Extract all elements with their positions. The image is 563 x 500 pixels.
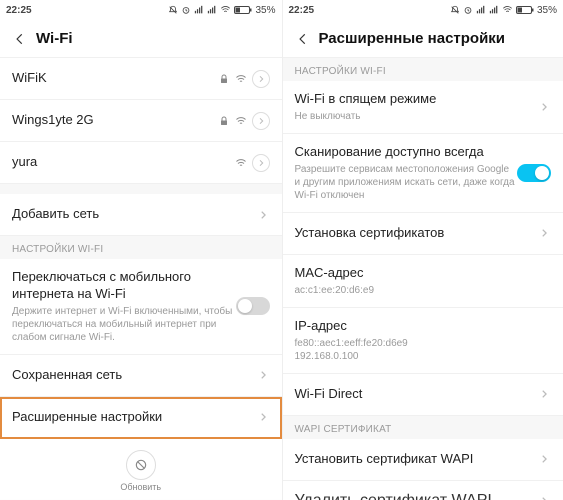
wifi-status-icon: [220, 5, 231, 15]
wifi-network-row[interactable]: Wings1yte 2G: [0, 100, 282, 142]
wifi-network-row[interactable]: WiFiK: [0, 58, 282, 100]
section-header-wifi-settings: НАСТРОЙКИ WI-FI: [283, 58, 563, 81]
add-network-label: Добавить сеть: [12, 206, 256, 223]
status-time: 22:25: [289, 5, 315, 16]
chevron-right-icon: [537, 494, 551, 500]
chevron-right-icon[interactable]: [252, 70, 270, 88]
signal-icon-2: [207, 5, 217, 15]
wifi-name: WiFiK: [12, 70, 218, 87]
always-scan-row[interactable]: Сканирование доступно всегда Разрешите с…: [283, 134, 563, 213]
signal-icon: [194, 5, 204, 15]
chevron-right-icon: [256, 410, 270, 424]
lock-icon: [218, 115, 230, 127]
wapi-install-row[interactable]: Установить сертификат WAPI: [283, 439, 563, 481]
chevron-right-icon: [256, 368, 270, 382]
mac-value: ac:c1:ee:20:d6:e9: [295, 284, 552, 297]
chevron-right-icon: [537, 226, 551, 240]
chevron-right-icon: [537, 387, 551, 401]
chevron-right-icon: [256, 208, 270, 222]
content-right[interactable]: НАСТРОЙКИ WI-FI Wi-Fi в спящем режиме Не…: [283, 58, 563, 500]
ip-title: IP-адрес: [295, 318, 552, 335]
mobile-switch-toggle[interactable]: [236, 297, 270, 315]
phone-left: 22:25 35% Wi-Fi WiFiK Wings1yte: [0, 0, 282, 500]
add-network-row[interactable]: Добавить сеть: [0, 194, 282, 236]
mobile-switch-title: Переключаться с мобильного интернета на …: [12, 269, 236, 303]
signal-icon-2: [489, 5, 499, 15]
page-title: Wi-Fi: [36, 30, 73, 47]
battery-pct: 35%: [255, 5, 275, 16]
advanced-settings-row[interactable]: Расширенные настройки: [0, 397, 282, 439]
ip-value-1: fe80::aec1:eeff:fe20:d6e9: [295, 337, 552, 350]
saved-networks-row[interactable]: Сохраненная сеть: [0, 355, 282, 397]
wifi-signal-icon: [235, 115, 247, 127]
battery-pct: 35%: [537, 5, 557, 16]
status-bar: 22:25 35%: [283, 0, 563, 20]
chevron-left-icon: [296, 32, 310, 46]
sleep-mode-row[interactable]: Wi-Fi в спящем режиме Не выключать: [283, 81, 563, 134]
always-scan-toggle[interactable]: [517, 164, 551, 182]
chevron-right-icon[interactable]: [252, 112, 270, 130]
mobile-switch-sub: Держите интернет и Wi-Fi включенными, чт…: [12, 305, 236, 344]
mac-address-row: MAC-адрес ac:c1:ee:20:d6:e9: [283, 255, 563, 308]
phone-right: 22:25 35% Расширенные настройки НАСТРОЙК…: [282, 0, 563, 500]
alarm-icon: [463, 5, 473, 15]
status-bar: 22:25 35%: [0, 0, 282, 20]
ip-address-row: IP-адрес fe80::aec1:eeff:fe20:d6e9 192.1…: [283, 308, 563, 374]
advanced-settings-label: Расширенные настройки: [12, 409, 256, 426]
saved-networks-label: Сохраненная сеть: [12, 367, 256, 384]
chevron-right-icon: [537, 100, 551, 114]
status-icons: 35%: [168, 5, 275, 16]
install-certs-row[interactable]: Установка сертификатов: [283, 213, 563, 255]
content-left[interactable]: WiFiK Wings1yte 2G yura Добав: [0, 58, 282, 500]
status-icons: 35%: [450, 5, 557, 16]
section-header-wifi-settings: НАСТРОЙКИ WI-FI: [0, 236, 282, 259]
chevron-left-icon: [13, 32, 27, 46]
mobile-switch-row[interactable]: Переключаться с мобильного интернета на …: [0, 259, 282, 355]
wapi-delete-label: Удалить сертификат WAPI: [295, 492, 538, 500]
wifi-direct-label: Wi-Fi Direct: [295, 386, 538, 403]
wapi-delete-row[interactable]: Удалить сертификат WAPI: [283, 481, 563, 500]
wifi-direct-row[interactable]: Wi-Fi Direct: [283, 374, 563, 416]
back-button[interactable]: [293, 29, 313, 49]
ip-value-2: 192.168.0.100: [295, 350, 552, 363]
header: Расширенные настройки: [283, 20, 563, 58]
install-certs-label: Установка сертификатов: [295, 225, 538, 242]
mac-title: MAC-адрес: [295, 265, 552, 282]
section-header-wapi: WAPI СЕРТИФИКАТ: [283, 416, 563, 439]
wifi-name: yura: [12, 154, 235, 171]
wifi-signal-icon: [235, 157, 247, 169]
wifi-status-icon: [502, 5, 513, 15]
dnd-icon: [450, 5, 460, 15]
sleep-sub: Не выключать: [295, 110, 538, 123]
page-title: Расширенные настройки: [319, 30, 506, 47]
lock-icon: [218, 73, 230, 85]
scan-title: Сканирование доступно всегда: [295, 144, 518, 161]
alarm-icon: [181, 5, 191, 15]
status-time: 22:25: [6, 5, 32, 16]
header: Wi-Fi: [0, 20, 282, 58]
wifi-network-row[interactable]: yura: [0, 142, 282, 184]
wapi-install-label: Установить сертификат WAPI: [295, 451, 538, 468]
battery-icon: [516, 5, 534, 15]
chevron-right-icon: [537, 452, 551, 466]
wifi-name: Wings1yte 2G: [12, 112, 218, 129]
battery-icon: [234, 5, 252, 15]
sleep-title: Wi-Fi в спящем режиме: [295, 91, 538, 108]
wifi-signal-icon: [235, 73, 247, 85]
dnd-icon: [168, 5, 178, 15]
signal-icon: [476, 5, 486, 15]
scan-sub: Разрешите сервисам местоположения Google…: [295, 163, 518, 202]
back-button[interactable]: [10, 29, 30, 49]
chevron-right-icon[interactable]: [252, 154, 270, 172]
